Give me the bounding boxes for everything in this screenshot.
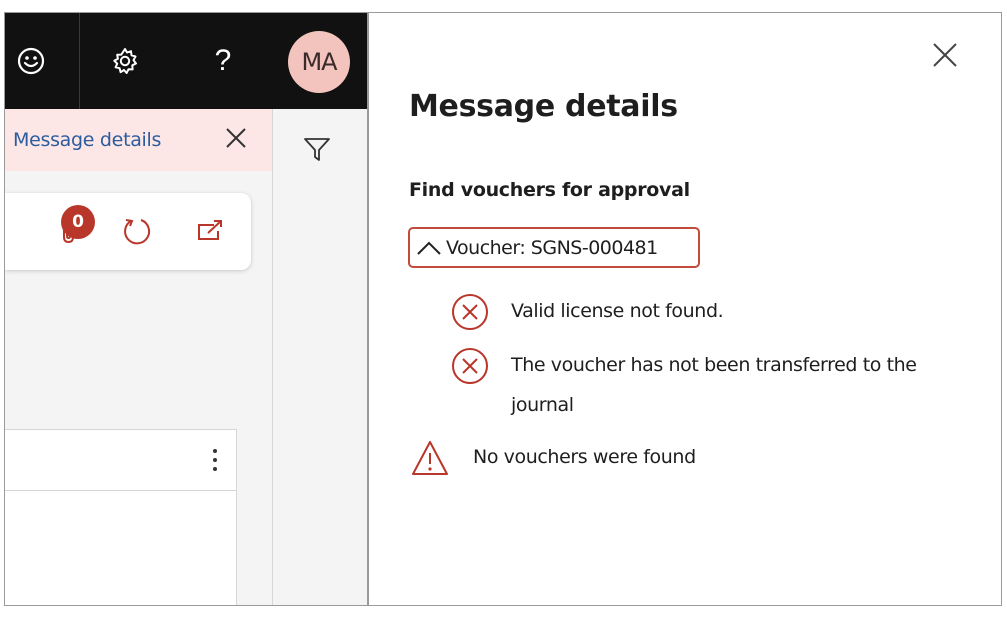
- message-bar: Message details: [5, 109, 272, 172]
- refresh-icon[interactable]: [119, 213, 155, 249]
- panel-title: Message details: [409, 89, 678, 124]
- warning-icon: [409, 437, 451, 479]
- voucher-toggle[interactable]: Voucher: SGNS-000481: [408, 227, 700, 268]
- error-icon: [449, 345, 491, 387]
- vertical-ellipsis-icon[interactable]: [203, 444, 227, 476]
- warning-text: No vouchers were found: [473, 446, 696, 468]
- message-details-link[interactable]: Message details: [13, 129, 161, 151]
- section-title: Find vouchers for approval: [409, 179, 690, 201]
- error-message: The voucher has not been transferred to …: [449, 345, 951, 425]
- close-icon[interactable]: [221, 123, 251, 153]
- error-icon: [449, 291, 491, 333]
- close-icon[interactable]: [927, 37, 963, 73]
- top-bar: ? MA: [5, 13, 367, 109]
- grid-header: [5, 430, 236, 491]
- smiley-icon[interactable]: [11, 41, 51, 81]
- filter-pane: [272, 109, 368, 605]
- warning-message: No vouchers were found: [409, 437, 696, 479]
- filter-icon[interactable]: [299, 131, 335, 167]
- gear-icon[interactable]: [105, 41, 145, 81]
- data-grid: [5, 429, 237, 605]
- attachments-badge: 0: [61, 205, 95, 239]
- error-text: The voucher has not been transferred to …: [511, 354, 917, 416]
- help-icon[interactable]: ?: [203, 41, 243, 81]
- voucher-label: Voucher: SGNS-000481: [446, 236, 658, 259]
- open-in-new-icon[interactable]: [191, 213, 227, 249]
- avatar[interactable]: MA: [288, 31, 350, 93]
- message-details-panel: Message details Find vouchers for approv…: [369, 13, 1001, 605]
- error-text: Valid license not found.: [511, 300, 724, 322]
- chevron-up-icon: [412, 233, 446, 263]
- error-message: Valid license not found.: [449, 291, 724, 333]
- top-bar-separator: [79, 13, 80, 109]
- help-label: ?: [214, 44, 232, 77]
- app-window: ? MA Message details 0 Message details F…: [4, 12, 1002, 606]
- action-toolbar: 0: [5, 193, 251, 270]
- avatar-initials: MA: [301, 48, 337, 76]
